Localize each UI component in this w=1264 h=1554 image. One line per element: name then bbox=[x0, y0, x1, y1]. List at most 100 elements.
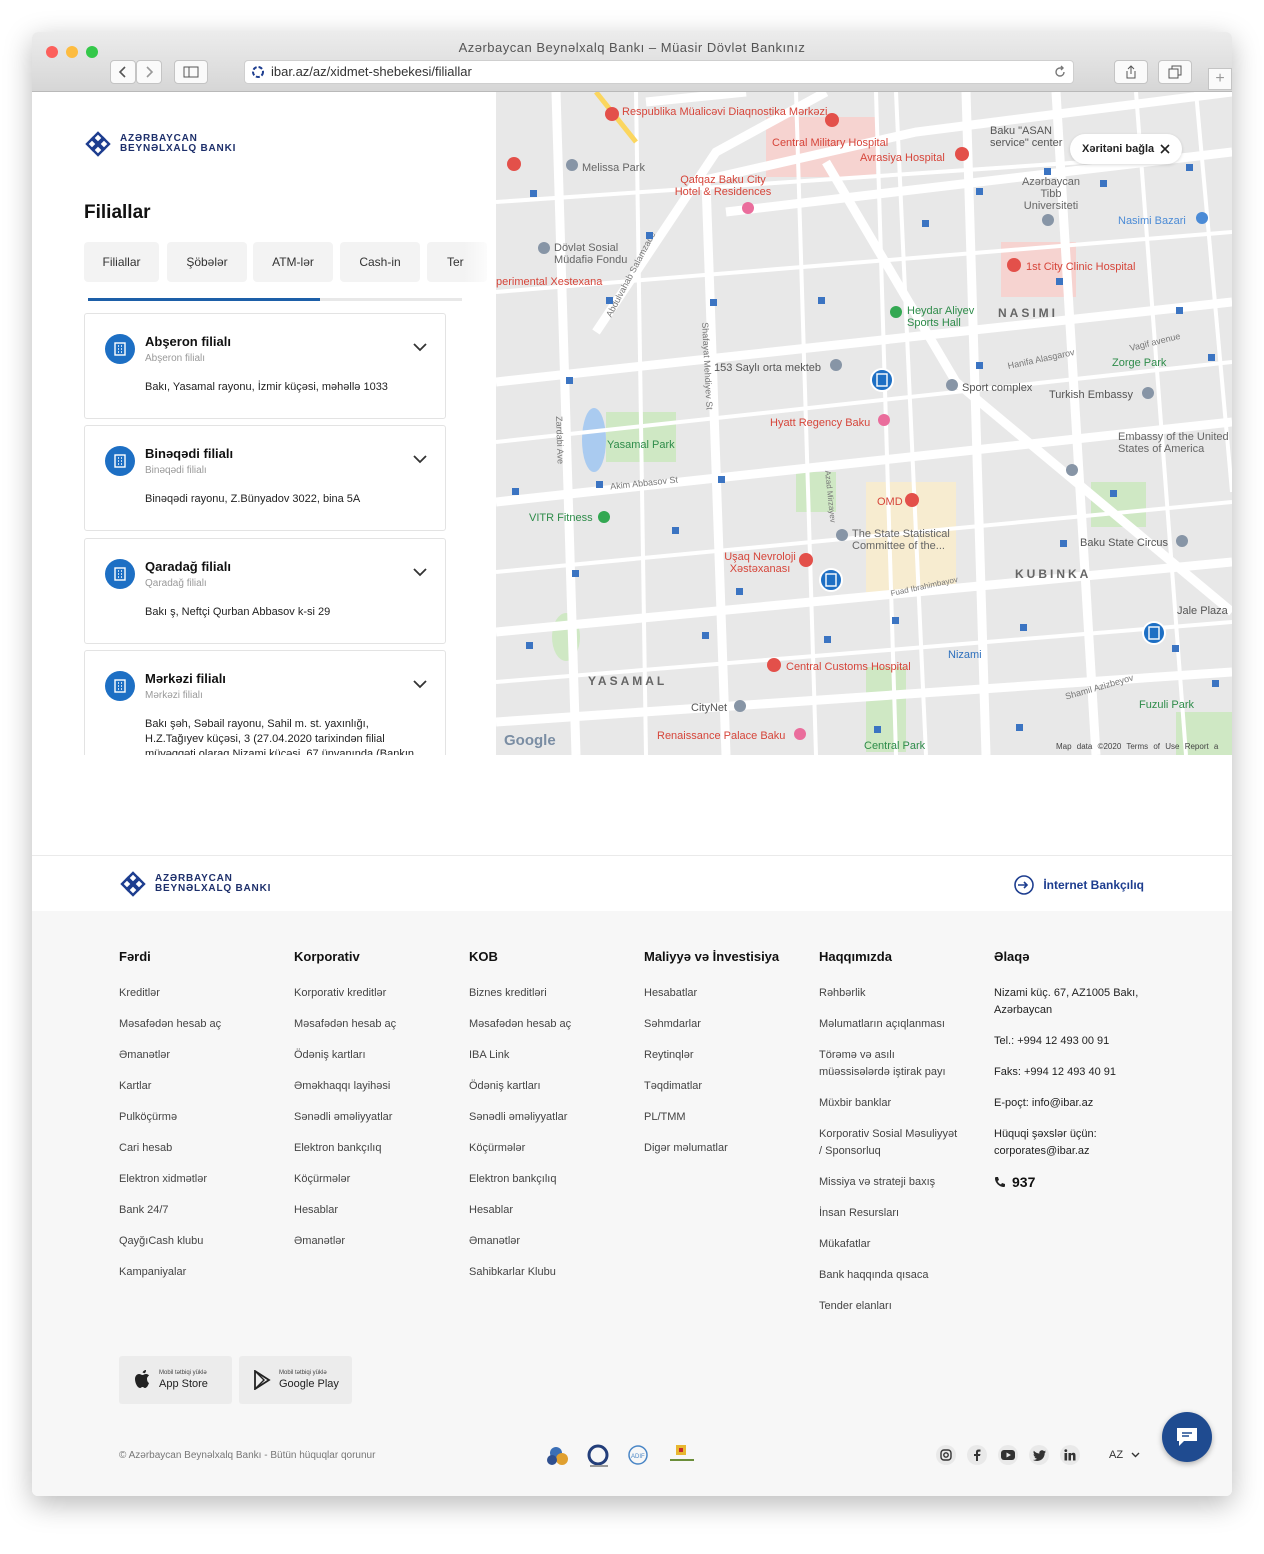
chevron-down-icon[interactable] bbox=[413, 342, 427, 352]
footer-link[interactable]: Korporativ kreditlər bbox=[294, 985, 464, 1002]
close-map-button[interactable]: Xəritəni bağla bbox=[1070, 134, 1182, 164]
instagram-icon[interactable] bbox=[936, 1445, 956, 1465]
footer-link[interactable]: Əmanətlər bbox=[119, 1047, 289, 1064]
tab-atm[interactable]: ATM-lər bbox=[253, 242, 333, 282]
map-place-label[interactable]: Azərbaycan Tibb Universiteti bbox=[1016, 176, 1086, 212]
map-place-label[interactable]: Embassy of the United States of America bbox=[1118, 431, 1232, 455]
internet-banking-link[interactable]: İnternet Bankçılıq bbox=[1013, 874, 1144, 896]
tabs-overview-button[interactable] bbox=[1158, 60, 1192, 84]
facebook-icon[interactable] bbox=[967, 1445, 987, 1465]
footer-link[interactable]: Sənədli əməliyyatlar bbox=[469, 1109, 639, 1126]
chevron-down-icon[interactable] bbox=[413, 679, 427, 689]
map-place-label[interactable]: Qafqaz Baku City Hotel & Residences bbox=[668, 174, 778, 198]
map-place-label[interactable]: Melissa Park bbox=[582, 162, 645, 174]
map-place-label[interactable]: Avrasiya Hospital bbox=[860, 152, 945, 164]
footer-link[interactable]: Rəhbərlik bbox=[819, 985, 959, 1002]
footer-link[interactable]: Cari hesab bbox=[119, 1140, 289, 1157]
footer-link[interactable]: PL/TMM bbox=[644, 1109, 814, 1126]
tab-cash-in[interactable]: Cash-in bbox=[340, 242, 420, 282]
map-place-label[interactable]: The State Statistical Committee of the..… bbox=[852, 528, 967, 552]
footer-link[interactable]: Məsafədən hesab aç bbox=[119, 1016, 289, 1033]
short-phone[interactable]: 937 bbox=[994, 1174, 1144, 1190]
share-button[interactable] bbox=[1114, 60, 1148, 84]
map-place-label[interactable]: Uşaq Nevroloji Xəstəxanası bbox=[720, 551, 800, 575]
tab-sobeler[interactable]: Şöbələr bbox=[167, 242, 247, 282]
map-place-label[interactable]: Jale Plaza bbox=[1177, 605, 1228, 617]
footer-link[interactable]: Kreditlər bbox=[119, 985, 289, 1002]
forward-button[interactable] bbox=[136, 60, 162, 84]
map-place-label[interactable]: OMD bbox=[877, 496, 903, 508]
footer-link[interactable]: Sənədli əməliyyatlar bbox=[294, 1109, 464, 1126]
map-place-label[interactable]: Yasamal Park bbox=[607, 439, 675, 451]
footer-link[interactable]: IBA Link bbox=[469, 1047, 639, 1064]
footer-link[interactable]: Mükafatlar bbox=[819, 1236, 959, 1253]
map-place-label[interactable]: Respublika Müalicəvi Diaqnostika Mərkəzi bbox=[622, 106, 827, 118]
reload-icon[interactable] bbox=[1053, 65, 1067, 79]
map-attribution[interactable]: Map data ©2020 Terms of Use Report a bbox=[1056, 742, 1218, 751]
map-place-label[interactable]: Dövlət Sosial Müdafiə Fondu bbox=[554, 242, 634, 266]
address-bar[interactable]: ibar.az/az/xidmet-shebekesi/filiallar bbox=[244, 60, 1074, 84]
map-place-label[interactable]: VITR Fitness bbox=[529, 512, 593, 524]
footer-link[interactable]: Məlumatların açıqlanması bbox=[819, 1016, 959, 1033]
footer-brand-logo[interactable]: AZƏRBAYCAN BEYNƏLXALQ BANKI bbox=[119, 870, 271, 898]
footer-link[interactable]: Bank haqqında qısaca bbox=[819, 1267, 959, 1284]
language-selector[interactable]: AZ bbox=[1109, 1449, 1140, 1461]
new-tab-button[interactable]: + bbox=[1208, 68, 1232, 90]
footer-link[interactable]: Elektron bankçılıq bbox=[469, 1171, 639, 1188]
map-place-label[interactable]: Central Park bbox=[864, 740, 925, 752]
footer-link[interactable]: Əməkhaqqı layihəsi bbox=[294, 1078, 464, 1095]
footer-link[interactable]: Bank 24/7 bbox=[119, 1202, 289, 1219]
footer-link[interactable]: Digər məlumatlar bbox=[644, 1140, 814, 1157]
map-place-label[interactable]: Nasimi Bazari bbox=[1118, 215, 1186, 227]
footer-link[interactable]: Elektron xidmətlər bbox=[119, 1171, 289, 1188]
contact-corporate-email[interactable]: Hüquqi şəxslər üçün: corporates@ibar.az bbox=[994, 1126, 1144, 1160]
map-place-label[interactable]: Baku State Circus bbox=[1080, 537, 1168, 549]
footer-link[interactable]: Məsafədən hesab aç bbox=[469, 1016, 639, 1033]
footer-link[interactable]: Sahibkarlar Klubu bbox=[469, 1264, 639, 1281]
map-place-label[interactable]: Turkish Embassy bbox=[1049, 389, 1133, 401]
map-place-label[interactable]: Baku "ASAN service" center bbox=[990, 125, 1080, 149]
footer-link[interactable]: Köçürmələr bbox=[294, 1171, 464, 1188]
footer-link[interactable]: Kampaniyalar bbox=[119, 1264, 289, 1281]
app-store-button[interactable]: Mobil tətbiqi yüklə App Store bbox=[119, 1356, 232, 1404]
footer-link[interactable]: Reytinqlər bbox=[644, 1047, 814, 1064]
map-place-label[interactable]: Central Customs Hospital bbox=[786, 661, 911, 673]
footer-link[interactable]: Tender elanları bbox=[819, 1298, 959, 1315]
map-place-label[interactable]: perimental Xestexana bbox=[496, 276, 602, 288]
branch-card[interactable]: Binəqədi filialı Binəqədi filialı Binəqə… bbox=[84, 425, 446, 531]
map-place-label[interactable]: Zorge Park bbox=[1112, 357, 1166, 369]
linkedin-icon[interactable] bbox=[1060, 1445, 1080, 1465]
footer-link[interactable]: Korporativ Sosial Məsuliyyət / Sponsorlu… bbox=[819, 1126, 959, 1160]
footer-link[interactable]: Təqdimatlar bbox=[644, 1078, 814, 1095]
map-place-label[interactable]: Heydar Aliyev Sports Hall bbox=[907, 305, 987, 329]
map-place-label[interactable]: Fuzuli Park bbox=[1139, 699, 1194, 711]
brand-logo[interactable]: AZƏRBAYCAN BEYNƏLXALQ BANKI bbox=[84, 130, 236, 158]
footer-link[interactable]: Hesabatlar bbox=[644, 985, 814, 1002]
footer-link[interactable]: Köçürmələr bbox=[469, 1140, 639, 1157]
branch-card[interactable]: Qaradağ filialı Qaradağ filialı Bakı ş, … bbox=[84, 538, 446, 644]
map-place-label[interactable]: Hyatt Regency Baku bbox=[770, 417, 870, 429]
footer-link[interactable]: Əmanətlər bbox=[294, 1233, 464, 1250]
footer-link[interactable]: Müxbir banklar bbox=[819, 1095, 959, 1112]
footer-link[interactable]: Ödəniş kartları bbox=[294, 1047, 464, 1064]
google-play-button[interactable]: Mobil tətbiqi yüklə Google Play bbox=[239, 1356, 352, 1404]
footer-link[interactable]: Missiya və strateji baxış bbox=[819, 1174, 959, 1191]
branch-card[interactable]: Abşeron filialı Abşeron filialı Bakı, Ya… bbox=[84, 313, 446, 419]
map-place-label[interactable]: Sport complex bbox=[962, 382, 1032, 394]
footer-link[interactable]: Törəmə və asılı müəssisələrdə iştirak pa… bbox=[819, 1047, 959, 1081]
map-place-label[interactable]: CityNet bbox=[691, 702, 727, 714]
tabs-scroll-progress[interactable] bbox=[88, 298, 462, 301]
branch-card[interactable]: Mərkəzi filialı Mərkəzi filialı Bakı şəh… bbox=[84, 650, 446, 755]
sidebar-toggle-button[interactable] bbox=[174, 60, 208, 84]
map-place-label[interactable]: Renaissance Palace Baku bbox=[657, 730, 785, 742]
map-place-label[interactable]: Central Military Hospital bbox=[772, 137, 888, 149]
map-place-label[interactable]: 153 Saylı orta mekteb bbox=[714, 362, 821, 374]
chevron-down-icon[interactable] bbox=[413, 567, 427, 577]
twitter-icon[interactable] bbox=[1029, 1445, 1049, 1465]
footer-link[interactable]: Məsafədən hesab aç bbox=[294, 1016, 464, 1033]
chevron-down-icon[interactable] bbox=[413, 454, 427, 464]
footer-link[interactable]: Pulköçürmə bbox=[119, 1109, 289, 1126]
footer-link[interactable]: Səhmdarlar bbox=[644, 1016, 814, 1033]
contact-email[interactable]: E-poçt: info@ibar.az bbox=[994, 1095, 1144, 1112]
branches-map[interactable]: Respublika Müalicəvi Diaqnostika Mərkəzi… bbox=[496, 92, 1232, 755]
